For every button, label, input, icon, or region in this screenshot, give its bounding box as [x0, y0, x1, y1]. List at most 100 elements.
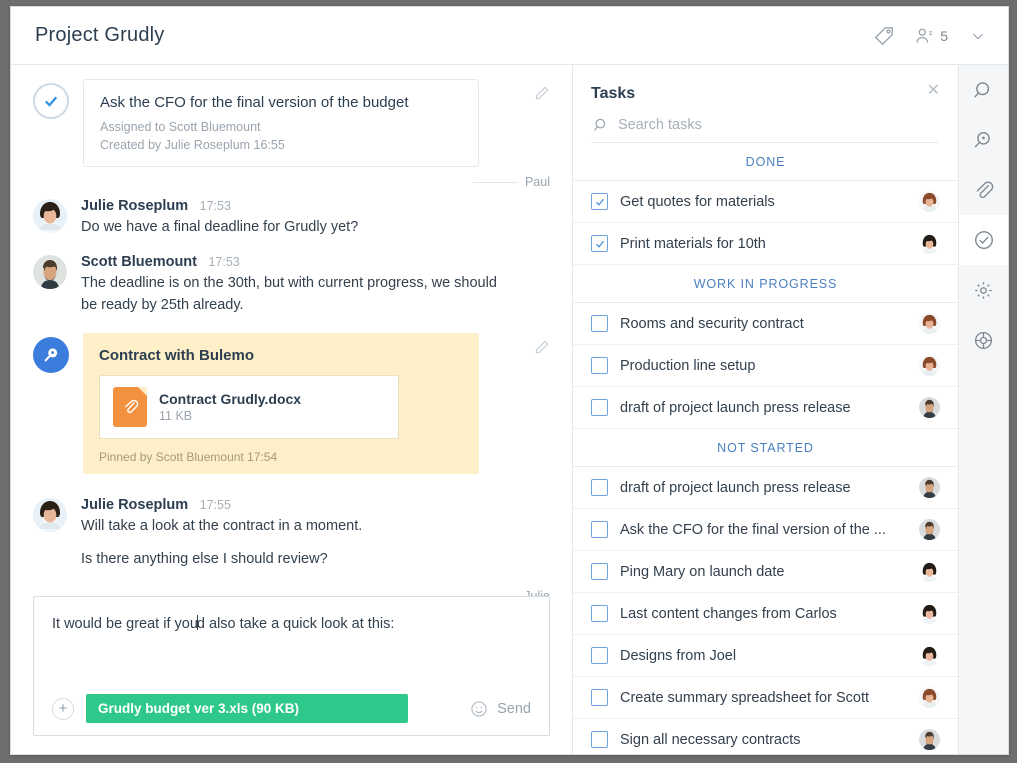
task-assignee-avatar[interactable]: [919, 519, 940, 540]
chevron-down-icon[interactable]: [966, 24, 990, 48]
message-item: Julie Roseplum 17:53 Do we have a final …: [11, 197, 572, 239]
task-assignee-avatar[interactable]: [919, 477, 940, 498]
search-icon[interactable]: [959, 65, 1008, 115]
task-assignee-avatar[interactable]: [919, 645, 940, 666]
pinned-search-icon[interactable]: [959, 115, 1008, 165]
send-area: Send: [470, 700, 531, 718]
message-list: Ask the CFO for the final version of the…: [11, 65, 572, 596]
avatar[interactable]: [33, 199, 67, 233]
avatar[interactable]: [33, 255, 67, 289]
checkbox-unchecked[interactable]: [591, 479, 608, 496]
file-attachment[interactable]: Contract Grudly.docx 11 KB: [99, 375, 399, 439]
read-marker-line: [473, 182, 517, 183]
close-icon[interactable]: ✕: [927, 83, 940, 99]
pencil-icon[interactable]: [534, 339, 550, 355]
checkbox-unchecked[interactable]: [591, 315, 608, 332]
message-header: Julie Roseplum 17:55: [81, 496, 501, 514]
chat-column: Ask the CFO for the final version of the…: [11, 65, 573, 754]
task-assignee-avatar[interactable]: [919, 191, 940, 212]
members-button[interactable]: 5: [914, 26, 948, 46]
checkbox-unchecked[interactable]: [591, 563, 608, 580]
message-body: Scott Bluemount 17:53 The deadline is on…: [81, 253, 501, 317]
header-actions: 5: [872, 24, 990, 48]
checkbox-checked[interactable]: [591, 235, 608, 252]
checkbox-unchecked[interactable]: [591, 399, 608, 416]
checkbox-unchecked[interactable]: [591, 731, 608, 748]
task-list-item[interactable]: draft of project launch press release: [573, 387, 958, 429]
message-input[interactable]: It would be great if youd also take a qu…: [52, 613, 531, 694]
checkbox-unchecked[interactable]: [591, 647, 608, 664]
task-list-item[interactable]: Print materials for 10th: [573, 223, 958, 265]
member-count: 5: [940, 28, 948, 44]
message-author: Julie Roseplum: [81, 198, 188, 214]
task-label: Ask the CFO for the final version of the…: [620, 522, 907, 538]
composer-text-after: d also take a quick look at this:: [197, 616, 394, 632]
task-list-item[interactable]: Production line setup: [573, 345, 958, 387]
checkbox-unchecked[interactable]: [591, 689, 608, 706]
attachment-chip[interactable]: Grudly budget ver 3.xls (90 KB): [86, 694, 408, 723]
tasks-panel: Tasks ✕ DONEGet quotes for materialsPrin…: [573, 65, 958, 754]
task-assignee-avatar[interactable]: [919, 355, 940, 376]
checkbox-unchecked[interactable]: [591, 521, 608, 538]
task-list-item[interactable]: Designs from Joel: [573, 635, 958, 677]
task-list-item[interactable]: Rooms and security contract: [573, 303, 958, 345]
tag-icon[interactable]: [872, 24, 896, 48]
send-button[interactable]: Send: [497, 701, 531, 717]
read-marker: Paul: [11, 171, 572, 197]
pencil-icon[interactable]: [534, 85, 550, 101]
task-list-item[interactable]: Get quotes for materials: [573, 181, 958, 223]
composer-toolbar: + Grudly budget ver 3.xls (90 KB): [52, 694, 531, 723]
task-section-header: DONE: [573, 143, 958, 181]
task-assignee-avatar[interactable]: [919, 313, 940, 334]
message-item: Julie Roseplum 17:55 Will take a look at…: [11, 496, 572, 572]
checkbox-unchecked[interactable]: [591, 357, 608, 374]
task-list-item[interactable]: Ping Mary on launch date: [573, 551, 958, 593]
check-circle-icon[interactable]: [959, 215, 1008, 265]
task-section-header: NOT STARTED: [573, 429, 958, 467]
plus-icon[interactable]: +: [52, 698, 74, 720]
tasks-header: Tasks ✕: [573, 65, 958, 143]
paperclip-icon[interactable]: [959, 165, 1008, 215]
file-name: Contract Grudly.docx: [159, 391, 301, 407]
task-label: Create summary spreadsheet for Scott: [620, 690, 907, 706]
task-list-item[interactable]: Create summary spreadsheet for Scott: [573, 677, 958, 719]
task-label: draft of project launch press release: [620, 400, 907, 416]
message-text: Do we have a final deadline for Grudly y…: [81, 217, 501, 239]
task-assignee-avatar[interactable]: [919, 561, 940, 582]
message-time: 17:53: [208, 255, 239, 269]
message-author: Julie Roseplum: [81, 497, 188, 513]
page-title: Project Grudly: [35, 24, 872, 47]
task-list-item[interactable]: draft of project launch press release: [573, 467, 958, 509]
read-marker-label: Julie: [524, 589, 550, 596]
tasks-search[interactable]: [591, 117, 938, 143]
task-assignee-avatar[interactable]: [919, 233, 940, 254]
checkbox-unchecked[interactable]: [591, 605, 608, 622]
gear-icon[interactable]: [959, 265, 1008, 315]
task-assignee-avatar[interactable]: [919, 397, 940, 418]
task-assignee-avatar[interactable]: [919, 687, 940, 708]
message-body: Julie Roseplum 17:55 Will take a look at…: [81, 496, 501, 572]
task-message-card[interactable]: Ask the CFO for the final version of the…: [11, 79, 572, 167]
search-icon: [593, 117, 609, 133]
task-list-item[interactable]: Sign all necessary contracts: [573, 719, 958, 754]
task-card-content: Ask the CFO for the final version of the…: [83, 79, 479, 167]
task-list-item[interactable]: Last content changes from Carlos: [573, 593, 958, 635]
message-time: 17:55: [200, 498, 231, 512]
file-size: 11 KB: [159, 409, 301, 423]
task-label: Designs from Joel: [620, 648, 907, 664]
task-assignee-avatar[interactable]: [919, 603, 940, 624]
smiley-icon[interactable]: [470, 700, 488, 718]
app-header: Project Grudly 5: [11, 7, 1008, 65]
task-list-item[interactable]: Ask the CFO for the final version of the…: [573, 509, 958, 551]
file-meta: Contract Grudly.docx 11 KB: [159, 391, 301, 423]
message-composer[interactable]: It would be great if youd also take a qu…: [33, 596, 550, 736]
checkbox-checked[interactable]: [591, 193, 608, 210]
avatar[interactable]: [33, 498, 67, 532]
composer-text-before: It would be great if you: [52, 616, 198, 632]
task-list: DONEGet quotes for materialsPrint materi…: [573, 143, 958, 754]
tasks-panel-title: Tasks: [591, 85, 938, 103]
task-assignee-avatar[interactable]: [919, 729, 940, 750]
search-input[interactable]: [618, 117, 938, 133]
globe-icon[interactable]: [959, 315, 1008, 365]
pinned-message-card[interactable]: Contract with Bulemo Contract Grudly.doc…: [11, 333, 572, 474]
